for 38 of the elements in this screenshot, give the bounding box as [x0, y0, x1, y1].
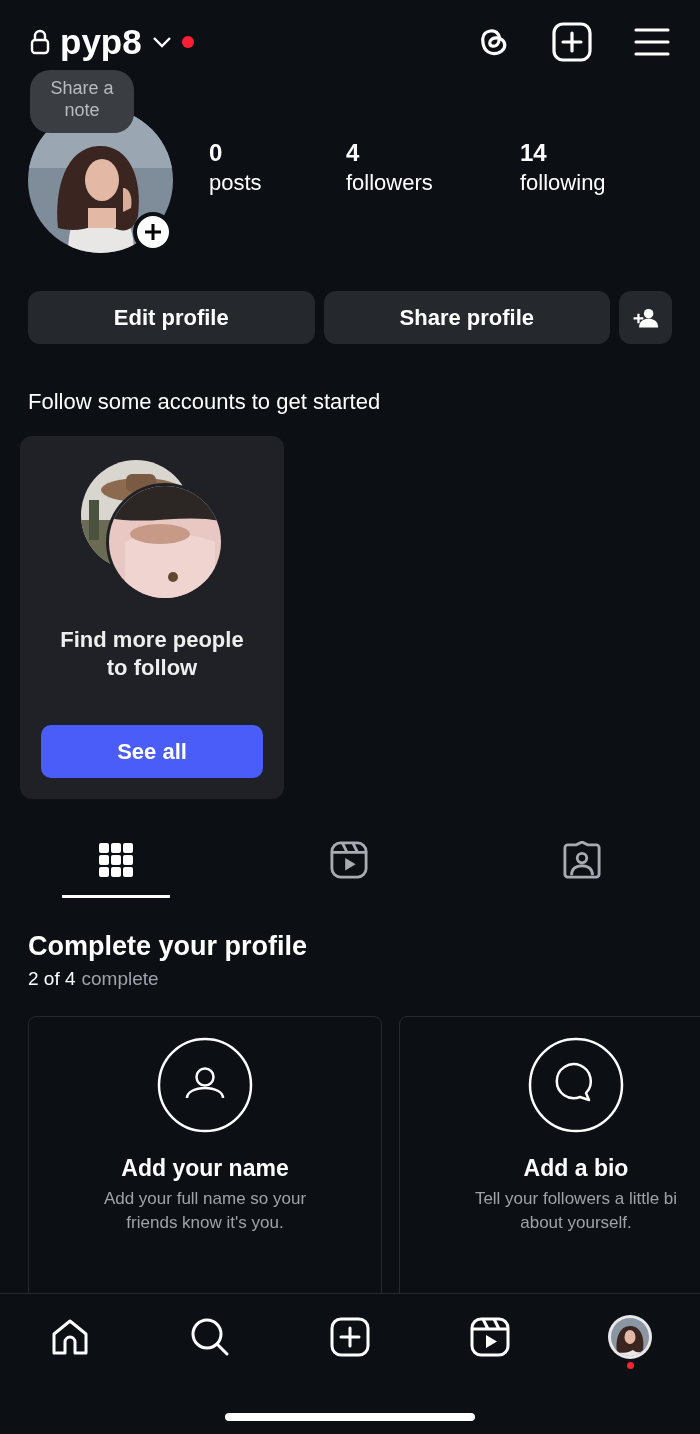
stat-label[interactable]: posts	[209, 168, 346, 198]
card-description: Tell your followers a little bi about yourself.	[474, 1188, 678, 1234]
chevron-down-icon[interactable]	[151, 36, 172, 48]
reel-icon[interactable]	[470, 1317, 510, 1357]
discover-people-button[interactable]	[619, 291, 672, 344]
plus-square-icon[interactable]	[552, 22, 592, 62]
search-icon[interactable]	[190, 1317, 230, 1357]
speech-bubble-icon	[528, 1037, 624, 1133]
person-icon	[157, 1037, 253, 1133]
home-icon[interactable]	[50, 1317, 90, 1357]
avatar-button[interactable]	[607, 1314, 653, 1360]
profile-button[interactable]: Share profile	[323, 291, 611, 344]
section-heading: Follow some accounts to get started	[28, 388, 382, 416]
lock-icon	[30, 29, 50, 55]
progress-label: complete	[81, 967, 159, 991]
add-person-icon	[632, 307, 659, 328]
plus-square-icon[interactable]	[330, 1317, 370, 1357]
card-title: Add a bio	[523, 1154, 629, 1183]
card-title: Find more people to follow	[59, 626, 245, 682]
portrait-icon	[563, 841, 601, 879]
section-title: Complete your profile	[28, 930, 309, 962]
stat-count[interactable]: 4	[346, 138, 520, 168]
see-all-button[interactable]: See all	[41, 725, 263, 778]
profile-button[interactable]: Edit profile	[28, 291, 315, 344]
progress-count: 2 of 4	[28, 967, 76, 991]
profile-task-card[interactable]: Add a bio Tell your followers a little bi about yourself.	[399, 1016, 700, 1293]
stat-count[interactable]: 0	[209, 138, 346, 168]
menu-icon[interactable]	[634, 27, 670, 57]
stat-label[interactable]: followers	[346, 168, 520, 198]
stat-label[interactable]: following	[520, 168, 606, 198]
profile-task-card[interactable]: Add your name Add your full name so your friends know it's you.	[28, 1016, 382, 1293]
grid-icon	[99, 843, 133, 877]
username[interactable]: pyp8	[60, 22, 142, 62]
reel-icon	[330, 841, 368, 879]
note-bubble[interactable]: Share a note	[30, 70, 134, 133]
stat-count[interactable]: 14	[520, 138, 606, 168]
card-title: Add your name	[121, 1154, 289, 1183]
card-description: Add your full name so your friends know it's you.	[103, 1188, 307, 1234]
